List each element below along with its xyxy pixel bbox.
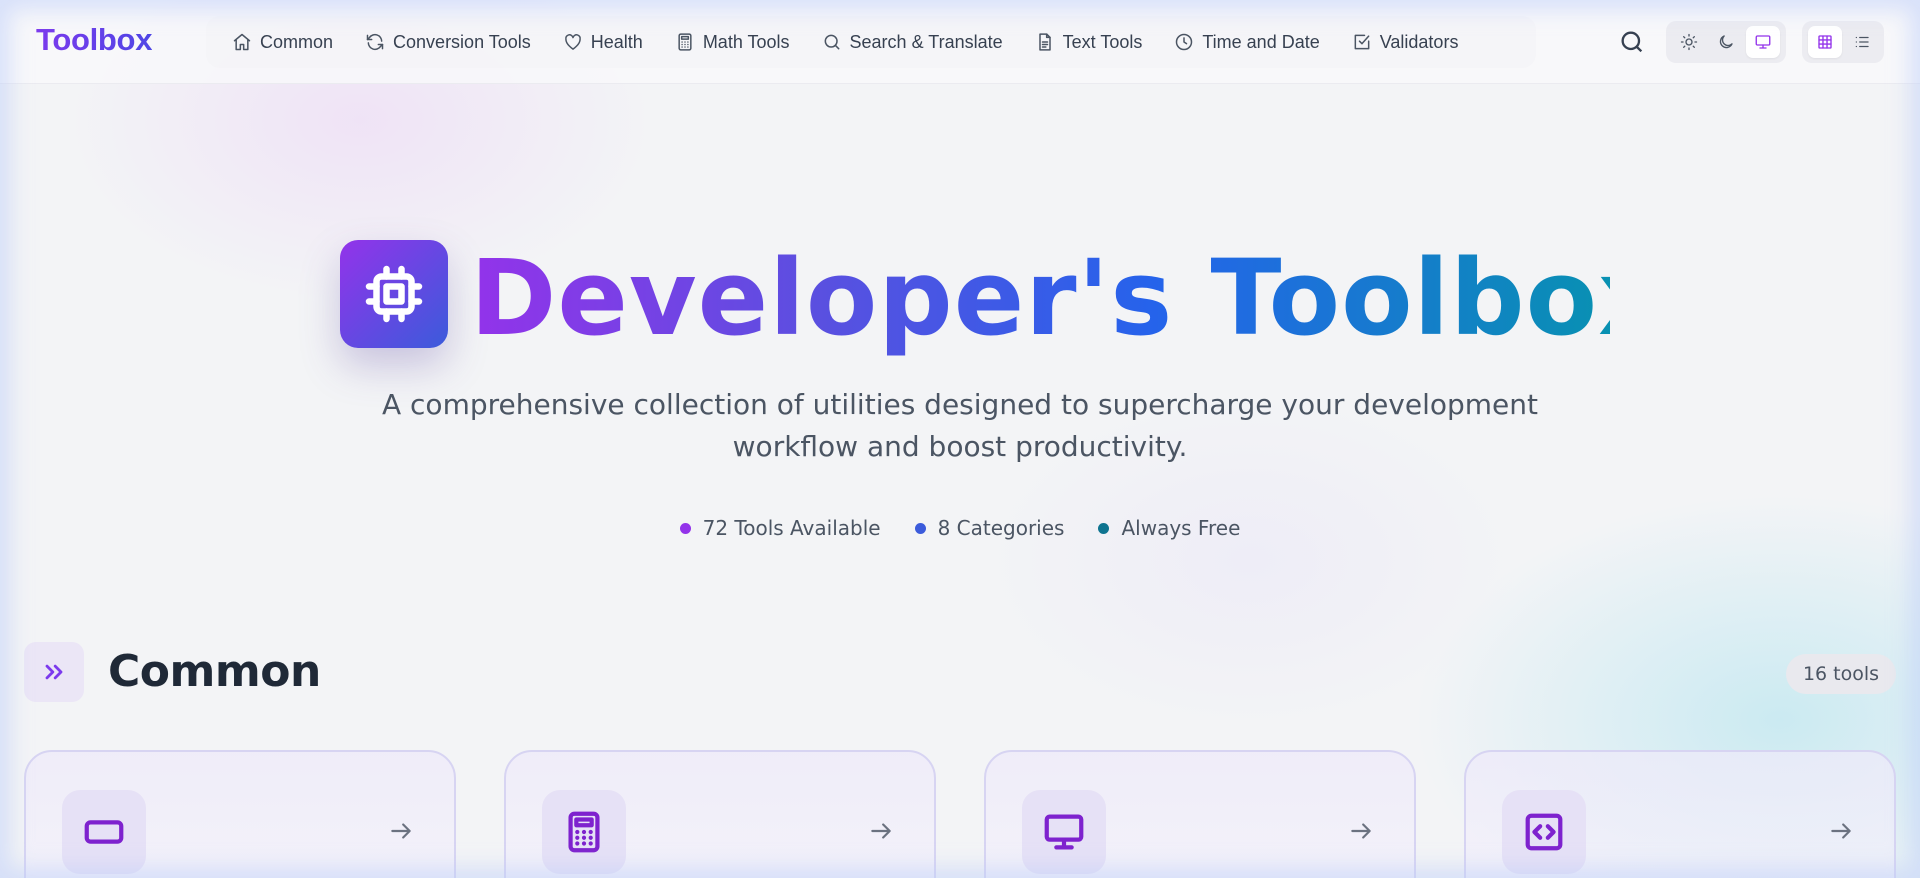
section-tool-count: 16 tools [1786,654,1896,694]
search-icon [1621,31,1643,53]
nav-link-label: Time and Date [1202,31,1320,52]
hero-chip-icon-badge [340,240,448,348]
monitor-icon [1044,814,1084,850]
stat-tools-available: 72 Tools Available [679,516,881,540]
moon-icon [1719,35,1733,49]
tool-card[interactable] [1464,750,1896,878]
card-icon-badge [542,790,626,874]
check-square-icon [1354,34,1370,50]
nav-link-label: Common [260,31,334,52]
section-title: Common [108,646,321,697]
nav-link-validators[interactable]: Validators [1338,24,1473,61]
grid-icon [1817,35,1832,49]
view-switcher [1802,21,1884,63]
theme-dark-button[interactable] [1709,26,1743,58]
grid-view-button[interactable] [1807,26,1842,58]
nav-link-math-tools[interactable]: Math Tools [661,24,804,61]
monitor-icon [1755,35,1771,49]
nav-link-common[interactable]: Common [218,24,347,61]
clock-icon [1176,33,1193,51]
theme-switcher [1666,21,1786,63]
stat-dot [679,522,691,534]
refresh-icon [366,33,384,51]
list-icon [1855,36,1869,48]
nav-link-label: Health [590,31,643,52]
arrow-right-icon [388,818,416,846]
document-icon [1038,33,1051,51]
nav-link-time-and-date[interactable]: Time and Date [1160,24,1333,61]
stat-label: 8 Categories [937,516,1065,540]
tool-card[interactable] [504,750,936,878]
nav-link-label: Text Tools [1062,31,1143,52]
nav-link-text-tools[interactable]: Text Tools [1021,24,1157,61]
theme-system-button[interactable] [1746,26,1781,58]
search-button[interactable] [1618,28,1648,58]
nav-link-label: Validators [1379,31,1459,52]
cpu-icon [365,265,423,323]
stat-dot [914,522,926,534]
stat-always-free: Always Free [1098,516,1240,540]
rectangle-icon [84,820,124,844]
heart-icon [564,34,581,50]
nav-link-label: Search & Translate [849,31,1003,52]
card-icon-badge [1022,790,1106,874]
stat-dot [1098,522,1110,534]
stat-categories: 8 Categories [914,516,1065,540]
nav-link-health[interactable]: Health [549,24,657,61]
sun-icon [1680,33,1697,51]
chevrons-right-icon [45,664,63,680]
stat-label: Always Free [1121,516,1241,540]
nav-link-conversion-tools[interactable]: Conversion Tools [351,24,545,61]
stat-label: 72 Tools Available [702,516,881,540]
calculator-icon [568,811,600,853]
tool-card[interactable] [984,750,1416,878]
nav-link-label: Math Tools [702,31,790,52]
calculator-icon [678,33,692,51]
search-icon [824,34,839,50]
list-view-button[interactable] [1845,26,1879,58]
category-nav: Common Conversion Tools Health Math Tool… [206,16,1536,68]
nav-link-search-translate[interactable]: Search & Translate [808,24,1017,61]
hero-subtitle: A comprehensive collection of utilities … [381,388,1538,463]
theme-light-button[interactable] [1672,26,1706,58]
home-icon [233,33,251,51]
code-icon [1525,813,1563,851]
arrow-right-icon [868,818,896,846]
tool-card[interactable] [24,750,456,878]
section-badge [24,642,84,702]
arrow-right-icon [1828,818,1856,846]
card-icon-badge [62,790,146,874]
hero-title: Developer's Toolbox [470,237,1667,359]
nav-link-label: Conversion Tools [393,31,531,52]
top-navbar: Toolbox Common Conversion Tools Health M… [0,0,1920,84]
brand-logo[interactable]: Toolbox [36,22,152,58]
arrow-right-icon [1348,818,1376,846]
hero-stats: 72 Tools Available 8 Categories Always F… [0,516,1920,540]
card-icon-badge [1502,790,1586,874]
